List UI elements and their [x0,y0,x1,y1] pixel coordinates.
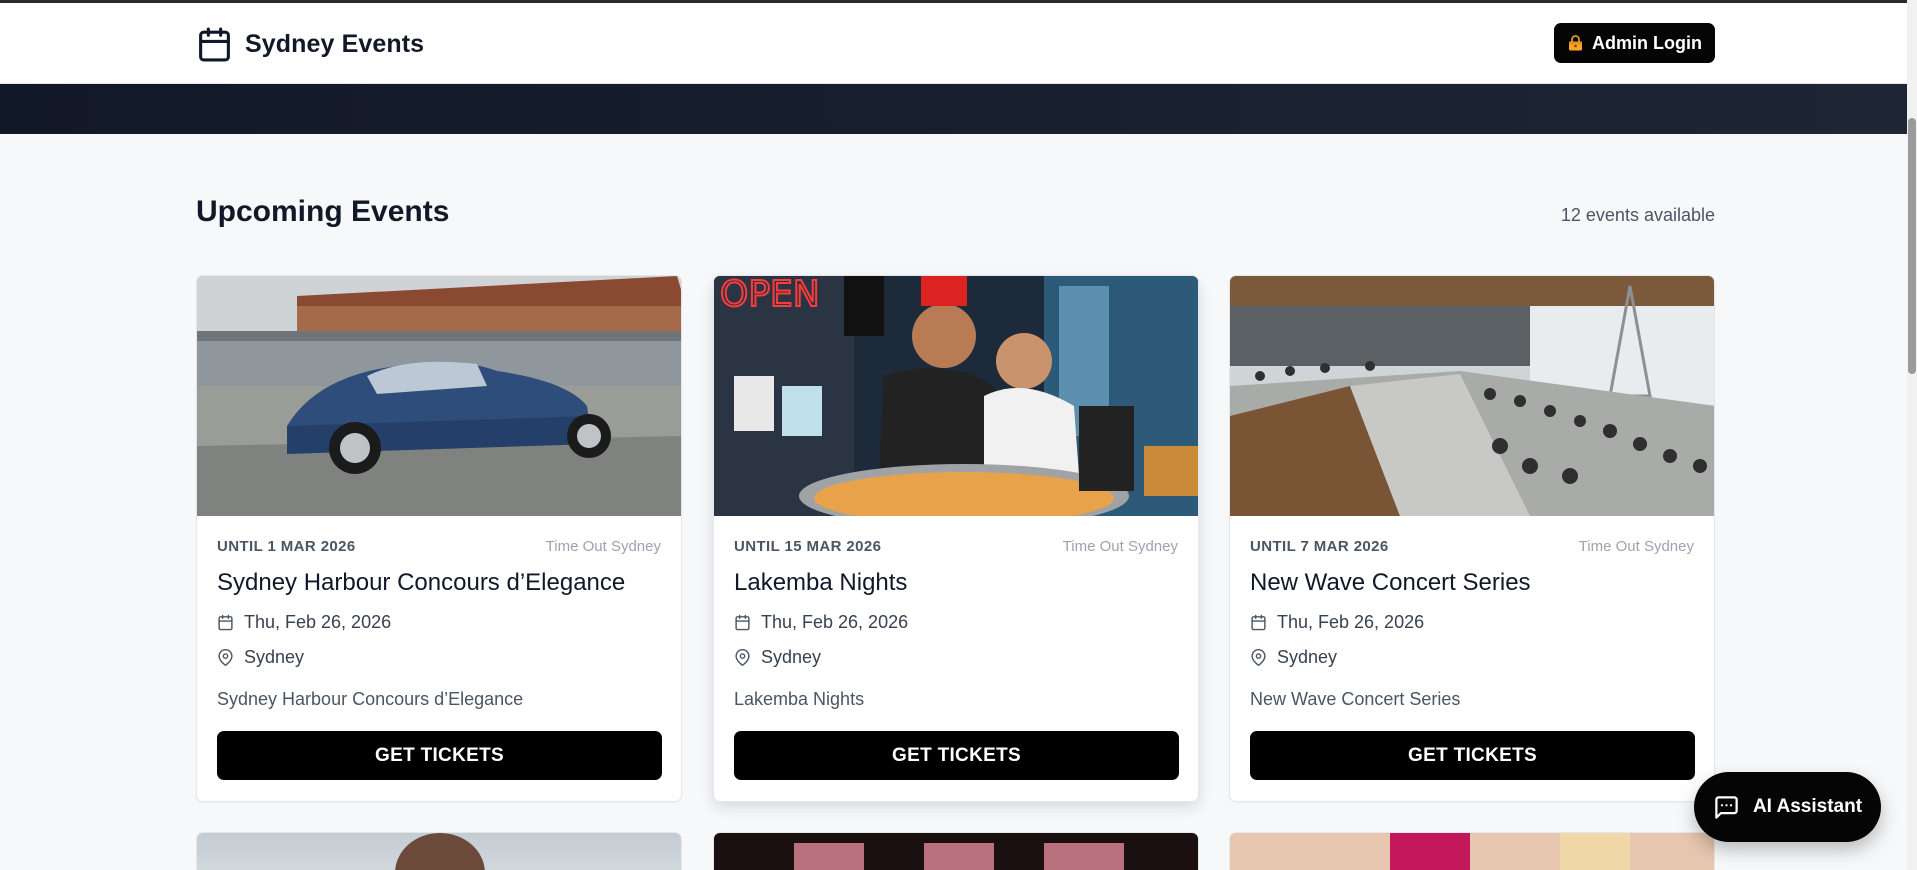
event-location: Sydney [244,647,305,667]
calendar-icon [735,614,750,631]
event-title[interactable]: New Wave Concert Series [1250,569,1531,597]
site-header: Sydney Events Admin Login [0,3,1910,84]
event-image[interactable]: OPEN [714,276,1198,516]
event-description: Lakemba Nights [734,689,865,709]
event-location: Sydney [761,647,822,667]
calendar-icon [199,27,230,62]
event-card[interactable]: OPEN UNTIL 15 MAR 2026 Time Out Sydney L… [713,275,1199,802]
chat-icon [1715,795,1738,819]
event-title[interactable]: Lakemba Nights [734,569,907,597]
event-description: Sydney Harbour Concours d’Elegance [217,689,524,709]
event-card[interactable]: UNTIL 7 MAR 2026 Time Out Sydney New Wav… [1229,275,1715,802]
scrollbar[interactable] [1907,0,1917,870]
event-date: Thu, Feb 26, 2026 [761,612,909,632]
event-date: Thu, Feb 26, 2026 [244,612,392,632]
map-pin-icon [1251,649,1266,666]
map-pin-icon [735,649,750,666]
ai-assistant-button[interactable]: AI Assistant [1694,772,1881,842]
event-image[interactable] [197,276,681,516]
event-until: UNTIL 7 MAR 2026 [1250,538,1389,555]
event-description: New Wave Concert Series [1250,689,1461,709]
event-until: UNTIL 15 MAR 2026 [734,538,882,555]
event-date-row: Thu, Feb 26, 2026 [1250,612,1424,633]
calendar-icon [1251,614,1266,631]
map-pin-icon [218,649,233,666]
lock-icon [1567,35,1584,51]
brand-name: Sydney Events [245,30,425,58]
get-tickets-button[interactable]: GET TICKETS [217,731,662,780]
event-image[interactable] [1230,276,1714,516]
hero-banner [0,84,1910,134]
admin-login-button[interactable]: Admin Login [1554,23,1715,63]
event-card[interactable] [713,832,1199,870]
admin-login-label: Admin Login [1592,32,1702,53]
event-location: Sydney [1277,647,1338,667]
event-card[interactable] [196,832,682,870]
ai-assistant-label: AI Assistant [1752,796,1863,817]
event-location-row: Sydney [734,647,821,668]
scrollbar-thumb[interactable] [1908,118,1916,374]
event-date: Thu, Feb 26, 2026 [1277,612,1425,632]
event-source: Time Out Sydney [545,538,661,555]
event-meta: UNTIL 1 MAR 2026 Time Out Sydney [217,538,661,555]
event-card[interactable] [1229,832,1715,870]
events-count: 12 events available [1560,205,1715,225]
event-meta: UNTIL 15 MAR 2026 Time Out Sydney [734,538,1178,555]
brand[interactable]: Sydney Events [196,26,424,63]
event-title[interactable]: Sydney Harbour Concours d’Elegance [217,569,625,597]
get-tickets-button[interactable]: GET TICKETS [734,731,1179,780]
event-source: Time Out Sydney [1578,538,1694,555]
calendar-icon [218,614,233,631]
event-source: Time Out Sydney [1062,538,1178,555]
event-until: UNTIL 1 MAR 2026 [217,538,356,555]
event-location-row: Sydney [1250,647,1337,668]
event-card[interactable]: UNTIL 1 MAR 2026 Time Out Sydney Sydney … [196,275,682,802]
event-date-row: Thu, Feb 26, 2026 [217,612,391,633]
event-date-row: Thu, Feb 26, 2026 [734,612,908,633]
svg-text:OPEN: OPEN [720,276,820,315]
section-title: Upcoming Events [196,195,450,228]
get-tickets-button[interactable]: GET TICKETS [1250,731,1695,780]
event-location-row: Sydney [217,647,304,668]
event-meta: UNTIL 7 MAR 2026 Time Out Sydney [1250,538,1694,555]
